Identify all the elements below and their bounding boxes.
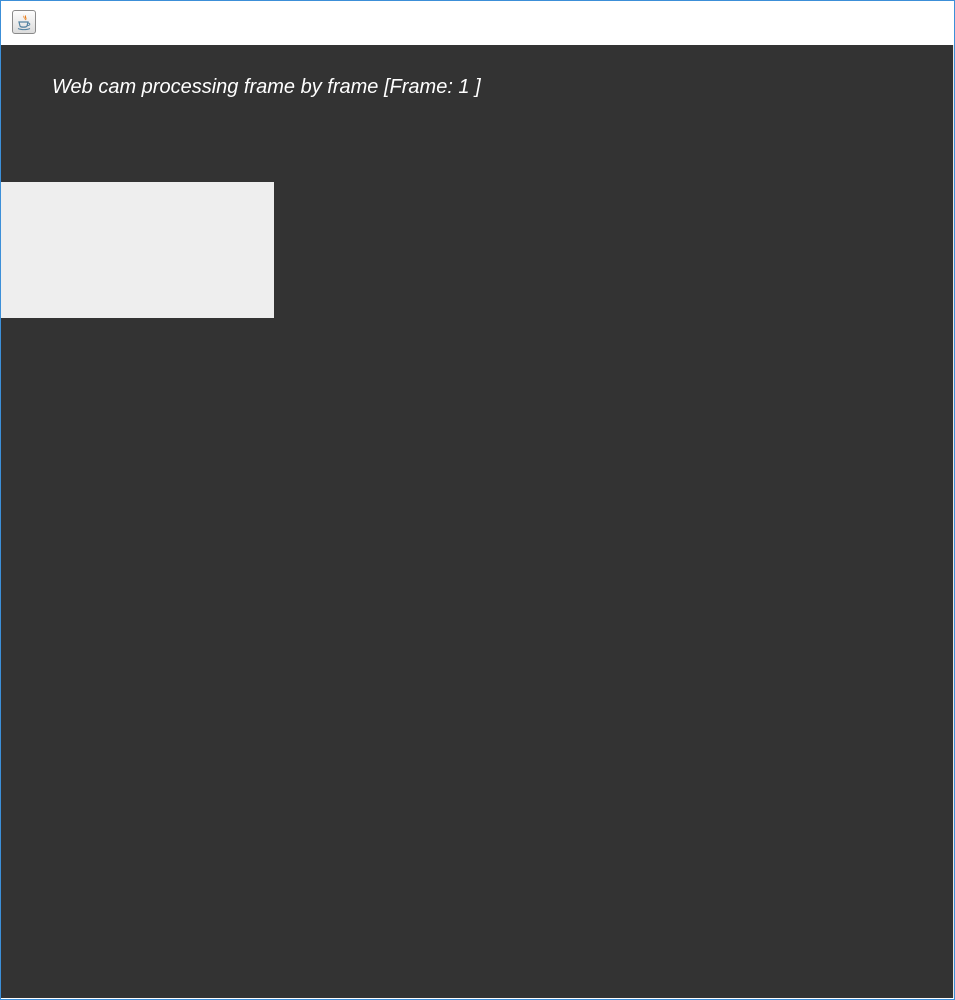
frame-caption: Web cam processing frame by frame [Frame… [52, 76, 481, 98]
window-right-edge [953, 45, 954, 998]
app-window: Web cam processing frame by frame [Frame… [0, 0, 955, 1000]
webcam-frame-image [1, 182, 274, 318]
java-logo-graphic [17, 14, 31, 31]
java-coffee-cup-icon[interactable] [12, 10, 36, 34]
webcam-panel: Web cam processing frame by frame [Frame… [1, 45, 953, 998]
title-bar[interactable] [1, 1, 954, 45]
